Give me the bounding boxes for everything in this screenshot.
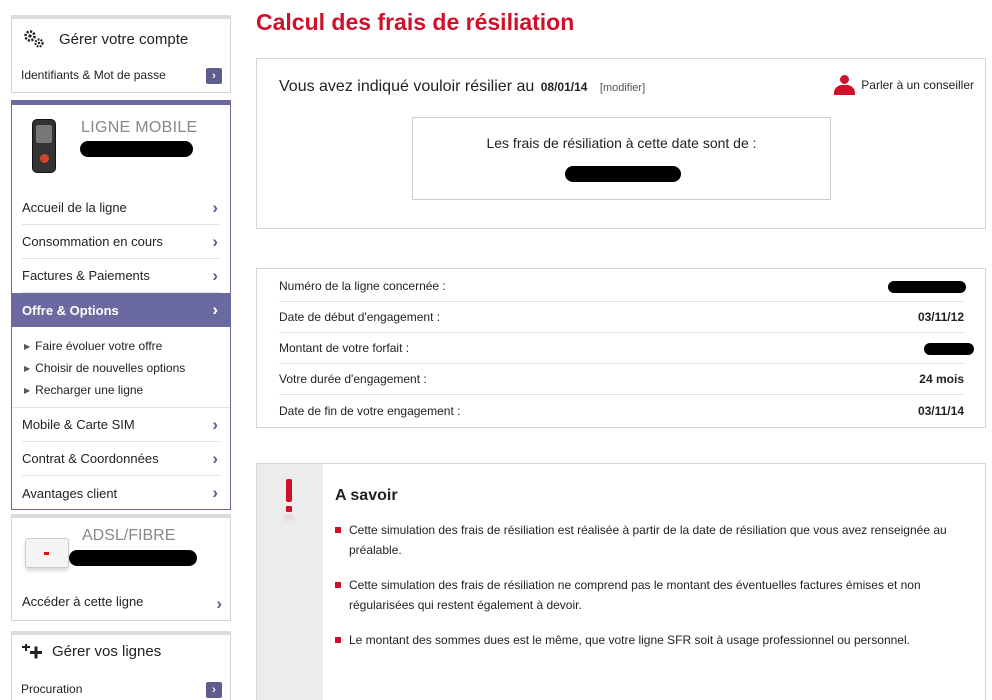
- nav-item-offre-options[interactable]: Offre & Options ›: [12, 293, 230, 327]
- info-label: Votre durée d'engagement :: [279, 372, 427, 386]
- bullet-text: Le montant des sommes dues est le même, …: [349, 633, 910, 647]
- access-line-label: Accéder à cette ligne: [22, 594, 144, 609]
- mobile-line-title: LIGNE MOBILE: [81, 119, 198, 136]
- bullet-text: Cette simulation des frais de résiliatio…: [349, 578, 921, 612]
- resiliation-statement: Vous avez indiqué vouloir résilier au 08…: [279, 78, 645, 96]
- exclamation-icon: [282, 479, 296, 525]
- info-label: Date de début d'engagement :: [279, 310, 441, 324]
- bullet-square-icon: [335, 582, 341, 588]
- add-lines-icon: [22, 643, 42, 658]
- nav-item-label: Contrat & Coordonnées: [22, 451, 159, 466]
- fees-label: Les frais de résiliation à cette date so…: [486, 135, 757, 151]
- fees-box: Les frais de résiliation à cette date so…: [412, 117, 831, 200]
- account-panel: Gérer votre compte Identifiants & Mot de…: [11, 15, 231, 93]
- triangle-right-icon: ▶: [24, 341, 31, 351]
- page-title: Calcul des frais de résiliation: [256, 9, 575, 35]
- nav-item-mobile-sim[interactable]: Mobile & Carte SIM ›: [22, 408, 220, 442]
- triangle-right-icon: ▶: [24, 385, 31, 395]
- nav-item-label: Consommation en cours: [22, 234, 163, 249]
- bullet-square-icon: [335, 527, 341, 533]
- chevron-right-icon: ›: [216, 594, 222, 613]
- adsl-title: ADSL/FIBRE: [82, 527, 176, 544]
- a-savoir-panel: A savoir Cette simulation des frais de r…: [256, 463, 986, 700]
- nav-item-label: Offre & Options: [22, 302, 119, 318]
- mobile-nav: Accueil de la ligne › Consommation en co…: [12, 191, 230, 510]
- nav-item-factures[interactable]: Factures & Paiements ›: [22, 259, 220, 293]
- redacted-forfait-amount: [924, 343, 974, 355]
- router-icon: [25, 538, 69, 568]
- chevron-right-icon: ›: [212, 265, 218, 285]
- info-label: Date de fin de votre engagement :: [279, 403, 461, 418]
- redacted-line-number: [888, 281, 966, 293]
- chevron-right-icon[interactable]: ›: [206, 68, 222, 84]
- subnav-item-recharger[interactable]: ▶ Recharger une ligne: [24, 379, 230, 401]
- person-icon: [833, 75, 856, 95]
- info-row-line-number: Numéro de la ligne concernée :: [279, 271, 966, 302]
- subnav-label: Choisir de nouvelles options: [35, 361, 186, 375]
- mobile-phone-icon: [32, 119, 56, 173]
- redacted-line-number: [80, 141, 193, 157]
- info-row-end-date: Date de fin de votre engagement : 03/11/…: [279, 395, 964, 426]
- resiliation-date: 08/01/14: [540, 80, 588, 94]
- info-row-duration: Votre durée d'engagement : 24 mois: [279, 364, 964, 395]
- manage-lines-header[interactable]: Gérer vos lignes: [22, 643, 161, 660]
- nav-item-consommation[interactable]: Consommation en cours ›: [22, 225, 220, 259]
- chevron-right-icon: ›: [212, 414, 218, 434]
- advisor-label: Parler à un conseiller: [861, 78, 974, 92]
- nav-item-avantages[interactable]: Avantages client ›: [22, 476, 220, 510]
- chevron-right-icon: ›: [212, 197, 218, 217]
- nav-item-label: Factures & Paiements: [22, 268, 150, 283]
- nav-item-accueil[interactable]: Accueil de la ligne ›: [22, 191, 220, 225]
- info-label: Montant de votre forfait :: [279, 341, 410, 355]
- a-savoir-bullet: Cette simulation des frais de résiliatio…: [335, 520, 955, 560]
- chevron-right-icon: ›: [212, 231, 218, 251]
- adsl-line-panel: ADSL/FIBRE Accéder à cette ligne ›: [11, 514, 231, 621]
- a-savoir-title: A savoir: [335, 487, 398, 504]
- a-savoir-bullet: Le montant des sommes dues est le même, …: [335, 630, 955, 650]
- line-info-panel: Numéro de la ligne concernée : Date de d…: [256, 268, 986, 428]
- info-value: 24 mois: [919, 372, 964, 386]
- bullet-square-icon: [335, 637, 341, 643]
- a-savoir-sidebar: [257, 464, 323, 700]
- offre-subnav: ▶ Faire évoluer votre offre ▶ Choisir de n…: [12, 327, 230, 408]
- resiliation-date-panel: Vous avez indiqué vouloir résilier au 08…: [256, 58, 986, 229]
- subnav-item-choisir-options[interactable]: ▶ Choisir de nouvelles options: [24, 357, 230, 379]
- nav-item-contrat[interactable]: Contrat & Coordonnées ›: [22, 442, 220, 476]
- info-value: 03/11/14: [917, 403, 964, 418]
- redacted-adsl-number: [69, 550, 197, 566]
- info-row-start-date: Date de début d'engagement : 03/11/12: [279, 302, 964, 333]
- nav-item-label: Avantages client: [22, 485, 118, 501]
- nav-item-label: Mobile & Carte SIM: [22, 417, 135, 432]
- manage-lines-panel: Gérer vos lignes Procuration ›: [11, 631, 231, 700]
- triangle-right-icon: ▶: [24, 363, 31, 373]
- info-value: 03/11/12: [917, 310, 964, 324]
- gears-icon: [24, 30, 44, 48]
- chevron-right-icon[interactable]: ›: [206, 682, 222, 698]
- subnav-item-faire-evoluer[interactable]: ▶ Faire évoluer votre offre: [24, 335, 230, 357]
- modify-link[interactable]: [modifier]: [600, 82, 645, 94]
- chevron-right-icon: ›: [212, 448, 218, 468]
- chevron-right-icon: ›: [212, 483, 218, 502]
- subnav-label: Faire évoluer votre offre: [35, 339, 163, 353]
- mobile-line-panel: LIGNE MOBILE Accueil de la ligne › Conso…: [11, 100, 231, 510]
- a-savoir-bullet: Cette simulation des frais de résiliatio…: [335, 575, 955, 615]
- bullet-text: Cette simulation des frais de résiliatio…: [349, 523, 947, 557]
- access-line-link[interactable]: Accéder à cette ligne ›: [22, 594, 222, 614]
- info-row-forfait: Montant de votre forfait :: [279, 333, 974, 364]
- nav-item-label: Accueil de la ligne: [22, 200, 127, 215]
- info-label: Numéro de la ligne concernée :: [279, 279, 446, 293]
- account-header[interactable]: Gérer votre compte: [23, 29, 188, 49]
- subnav-label: Recharger une ligne: [35, 383, 144, 397]
- talk-to-advisor-link[interactable]: Parler à un conseiller: [833, 75, 974, 95]
- resiliation-text: Vous avez indiqué vouloir résilier au: [279, 78, 535, 95]
- procuration-link[interactable]: Procuration: [21, 682, 82, 696]
- credentials-link[interactable]: Identifiants & Mot de passe: [21, 68, 166, 82]
- account-title: Gérer votre compte: [59, 30, 189, 48]
- redacted-fees-amount: [565, 166, 681, 182]
- chevron-right-icon: ›: [212, 300, 218, 319]
- manage-lines-title: Gérer vos lignes: [52, 643, 162, 660]
